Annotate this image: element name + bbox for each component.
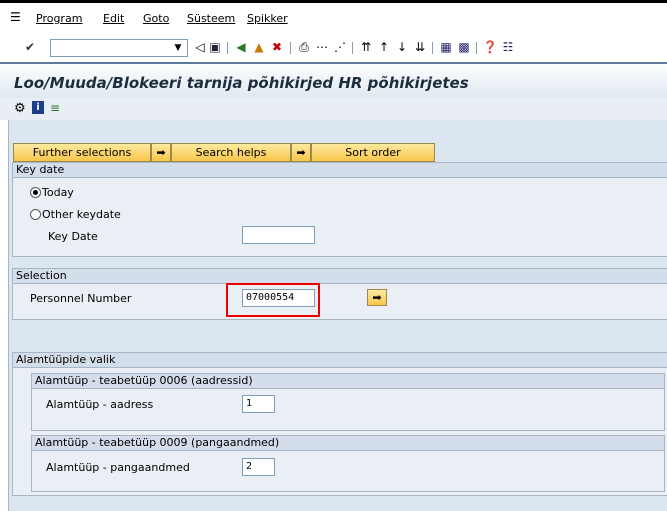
last-page-icon[interactable]: ⇊ bbox=[412, 39, 428, 55]
page-title: Loo/Muuda/Blokeeri tarnija põhikirjed HR… bbox=[14, 74, 469, 92]
key-date-input[interactable] bbox=[242, 226, 315, 244]
previous-page-icon[interactable]: ↑ bbox=[376, 39, 392, 55]
personnel-number-label: Personnel Number bbox=[30, 292, 132, 305]
today-label: Today bbox=[42, 186, 74, 199]
window-top-border bbox=[0, 0, 667, 3]
sort-order-button[interactable]: Sort order bbox=[311, 143, 435, 162]
toolbar-separator bbox=[352, 42, 353, 54]
find-icon[interactable]: ⋯ bbox=[314, 39, 330, 55]
application-toolbar: ⚙ i ≡ bbox=[0, 98, 667, 120]
first-page-icon[interactable]: ⇈ bbox=[358, 39, 374, 55]
cancel-icon[interactable]: ✖ bbox=[269, 39, 285, 55]
shortcut-icon[interactable]: ▩ bbox=[456, 39, 472, 55]
toolbar-separator bbox=[227, 42, 228, 54]
save-icon[interactable]: ▣ bbox=[207, 39, 223, 55]
subtype-group-header: Alamtüüpide valik bbox=[13, 353, 667, 368]
exit-icon[interactable]: ▲ bbox=[251, 39, 267, 55]
layout-menu-icon[interactable]: ☷ bbox=[500, 39, 516, 55]
title-bar: Loo/Muuda/Blokeeri tarnija põhikirjed HR… bbox=[0, 64, 667, 99]
search-helps-arrow-icon[interactable]: ➡ bbox=[291, 143, 311, 162]
subtype-bank-header: Alamtüüp - teabetüüp 0009 (pangaandmed) bbox=[32, 436, 664, 451]
menu-help[interactable]: Spikker bbox=[247, 12, 288, 25]
back-arrow-icon[interactable]: ◁ bbox=[192, 39, 208, 55]
menu-system[interactable]: Süsteem bbox=[187, 12, 235, 25]
subtype-bank-input[interactable]: 2 bbox=[242, 458, 275, 476]
highlight-box bbox=[226, 283, 320, 317]
subtype-address-label: Alamtüüp - aadress bbox=[46, 398, 154, 411]
other-keydate-radio[interactable] bbox=[30, 209, 41, 220]
toolbar-separator bbox=[290, 42, 291, 54]
menu-edit[interactable]: Edit bbox=[103, 12, 124, 25]
key-date-label: Key Date bbox=[48, 230, 98, 243]
other-keydate-label: Other keydate bbox=[42, 208, 121, 221]
further-selections-arrow-icon[interactable]: ➡ bbox=[151, 143, 171, 162]
subtype-address-header: Alamtüüp - teabetüüp 0006 (aadressid) bbox=[32, 374, 664, 389]
menu-bar: ☰ Program Edit Goto Süsteem Spikker bbox=[0, 0, 667, 37]
subtype-address-input[interactable]: 1 bbox=[242, 395, 275, 413]
toolbar-separator bbox=[476, 42, 477, 54]
menu-goto[interactable]: Goto bbox=[143, 12, 169, 25]
search-helps-button[interactable]: Search helps bbox=[171, 143, 291, 162]
selection-group-header: Selection bbox=[13, 269, 667, 284]
menu-program[interactable]: Program bbox=[36, 12, 82, 25]
toolbar-separator bbox=[432, 42, 433, 54]
next-page-icon[interactable]: ↓ bbox=[394, 39, 410, 55]
subtype-bank-label: Alamtüüp - pangaandmed bbox=[46, 461, 190, 474]
information-icon[interactable]: i bbox=[32, 101, 44, 114]
key-date-group-header: Key date bbox=[13, 163, 667, 178]
enter-check-icon[interactable]: ✔ bbox=[22, 39, 38, 55]
print-icon[interactable]: ⎙ bbox=[296, 39, 312, 55]
new-session-icon[interactable]: ▦ bbox=[438, 39, 454, 55]
command-dropdown-icon[interactable]: ▼ bbox=[170, 39, 186, 57]
execute-icon[interactable]: ⚙ bbox=[14, 101, 26, 116]
today-radio[interactable] bbox=[30, 187, 41, 198]
menu-icon[interactable]: ☰ bbox=[10, 10, 21, 24]
help-icon[interactable]: ❓ bbox=[482, 39, 498, 55]
multiple-selection-arrow-icon[interactable]: ➡ bbox=[367, 289, 387, 306]
back-icon[interactable]: ◀ bbox=[233, 39, 249, 55]
system-toolbar: ✔ ▼ ◁ ▣ ◀ ▲ ✖ ⎙ ⋯ ⋰ ⇈ ↑ ↓ ⇊ ▦ ▩ ❓ ☷ bbox=[0, 36, 667, 64]
further-selections-button[interactable]: Further selections bbox=[13, 143, 151, 162]
variant-icon[interactable]: ≡ bbox=[50, 101, 60, 115]
find-next-icon[interactable]: ⋰ bbox=[332, 39, 348, 55]
command-field[interactable] bbox=[50, 39, 188, 57]
